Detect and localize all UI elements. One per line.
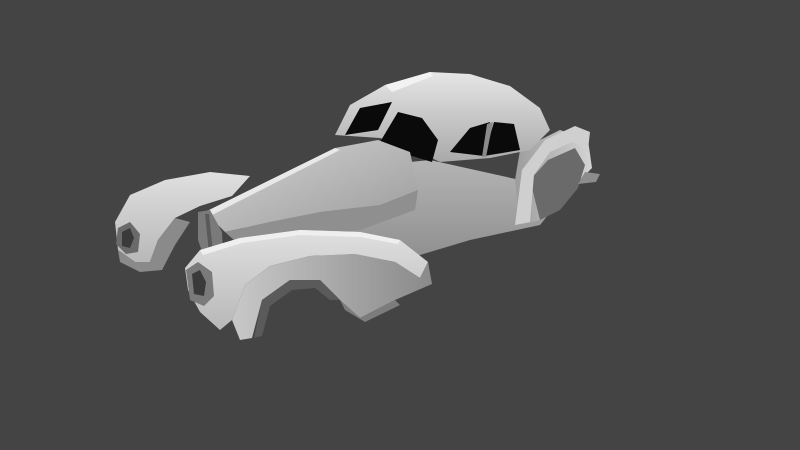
render-viewport xyxy=(0,0,800,450)
car-render xyxy=(0,0,800,450)
